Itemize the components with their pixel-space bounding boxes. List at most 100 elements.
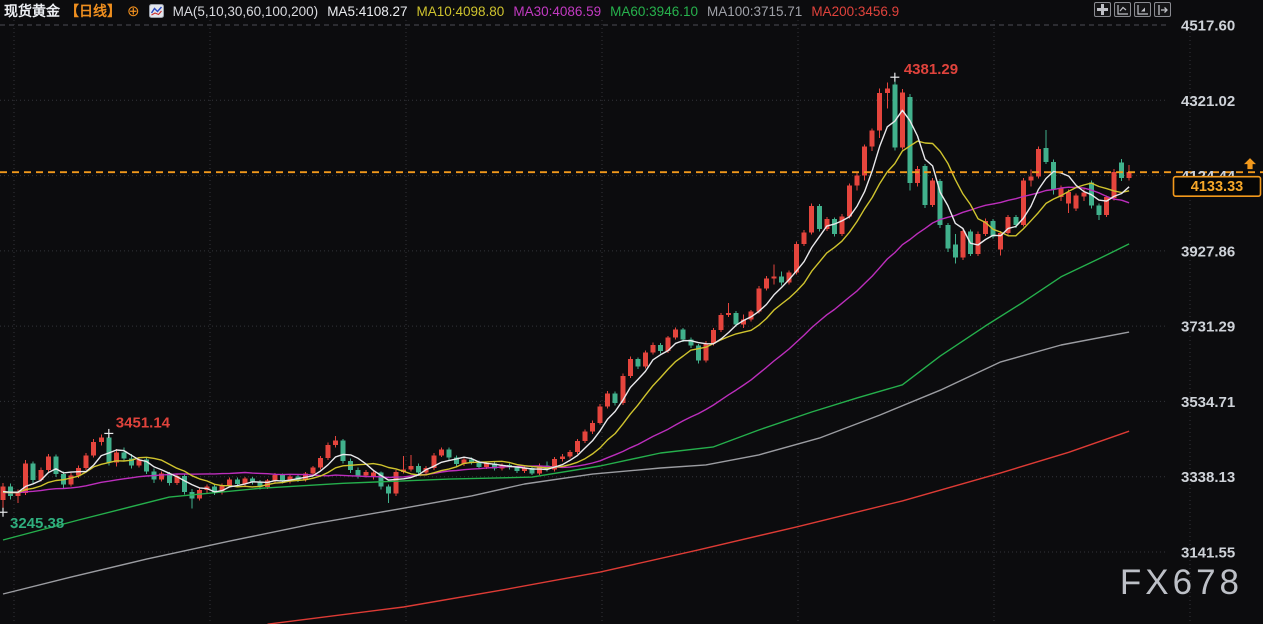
chart-window: 3451.144381.293245.384517.604321.024124.… — [0, 0, 1263, 624]
candle — [560, 456, 565, 458]
ma30-legend: MA30:4086.59 — [513, 4, 601, 19]
candle — [409, 466, 414, 469]
candle — [1066, 192, 1071, 203]
candle — [8, 487, 13, 496]
low-price-label: 3245.38 — [10, 515, 64, 532]
candle — [363, 472, 368, 475]
candle — [870, 131, 875, 147]
axis-scale-right-icon[interactable] — [1134, 2, 1151, 17]
candle — [960, 231, 965, 258]
candle — [1119, 163, 1124, 178]
move-tool-icon[interactable] — [1094, 2, 1111, 17]
chart-type-icon[interactable] — [149, 4, 164, 18]
candle — [310, 468, 315, 474]
candlestick-chart[interactable]: 3451.144381.293245.384517.604321.024124.… — [0, 0, 1263, 624]
candle — [839, 216, 844, 234]
candle — [862, 147, 867, 176]
candles-layer — [1, 77, 1132, 512]
candle — [567, 452, 572, 457]
candle — [386, 487, 391, 494]
candle — [620, 376, 625, 403]
axis-tick-label: 4517.60 — [1181, 18, 1235, 35]
symbol-name: 现货黄金 — [4, 1, 60, 21]
candle — [575, 441, 580, 452]
current-price-line — [0, 158, 1263, 172]
ma60-line — [3, 244, 1129, 540]
axis-tick-label: 3141.55 — [1181, 544, 1235, 561]
candle — [779, 276, 784, 282]
ma5-line — [3, 110, 1129, 492]
candle — [817, 206, 822, 229]
watermark: FX678 — [1120, 563, 1243, 603]
candle — [613, 393, 618, 403]
chart-toolbar — [1094, 2, 1171, 17]
candle — [945, 225, 950, 248]
timeframe-label[interactable]: 【日线】 — [65, 1, 121, 21]
candle — [930, 180, 935, 205]
candle — [1, 487, 6, 500]
candle — [877, 93, 882, 131]
candle — [446, 450, 451, 458]
candle — [99, 437, 104, 442]
candle — [514, 468, 519, 471]
candle — [84, 455, 89, 468]
candle — [726, 313, 731, 315]
add-indicator-icon[interactable]: ⊕ — [127, 4, 140, 19]
ma200-line — [268, 431, 1130, 624]
candle — [46, 456, 51, 469]
high-price-label: 4381.29 — [904, 61, 958, 78]
candle — [182, 476, 187, 492]
candle — [605, 393, 610, 406]
candle — [832, 219, 837, 234]
candle — [1074, 195, 1079, 208]
candle — [1096, 206, 1101, 215]
candle — [885, 88, 890, 93]
price-axis[interactable]: 4517.604321.024124.443927.863731.293534.… — [1181, 18, 1236, 562]
candle — [1051, 162, 1056, 190]
candle — [273, 475, 278, 480]
axis-scale-left-icon[interactable] — [1114, 2, 1131, 17]
candle — [756, 288, 761, 311]
axis-tick-label: 3927.86 — [1181, 243, 1235, 260]
ma-lines — [3, 110, 1129, 624]
candle — [1112, 172, 1117, 198]
candle — [1044, 148, 1049, 162]
candle — [31, 464, 36, 480]
candle — [1028, 177, 1033, 181]
candle — [892, 85, 897, 148]
candle — [734, 313, 739, 324]
ma10-line — [3, 141, 1129, 492]
ma100-legend: MA100:3715.71 — [707, 4, 802, 19]
candle — [394, 472, 399, 494]
candle — [628, 359, 633, 376]
candle — [590, 423, 595, 432]
axis-tick-label: 3731.29 — [1181, 319, 1235, 336]
candle — [658, 345, 663, 351]
candle — [598, 407, 603, 423]
candle — [227, 479, 232, 485]
candle — [582, 432, 587, 442]
price-arrow-up-icon — [1244, 158, 1256, 169]
candle — [439, 450, 444, 456]
candle — [333, 440, 338, 445]
candle — [635, 359, 640, 367]
candle — [318, 458, 323, 468]
candle — [325, 445, 330, 458]
current-price-value: 4133.33 — [1191, 179, 1243, 195]
candle — [673, 330, 678, 338]
candle — [106, 437, 111, 462]
candle — [91, 442, 96, 455]
candle — [711, 330, 716, 343]
ma30-line — [3, 187, 1129, 493]
chart-header: 现货黄金 【日线】 ⊕ MA(5,10,30,60,100,200) MA5:4… — [4, 2, 899, 20]
axis-tick-label: 3338.13 — [1181, 469, 1235, 486]
candle — [1081, 193, 1086, 197]
candle — [809, 206, 814, 232]
candle — [416, 466, 421, 473]
high-price-label: 3451.14 — [116, 414, 171, 431]
candle — [235, 479, 240, 484]
pan-to-latest-icon[interactable] — [1154, 2, 1171, 17]
ma200-legend: MA200:3456.9 — [811, 4, 899, 19]
ma60-legend: MA60:3946.10 — [610, 4, 698, 19]
candle — [650, 345, 655, 353]
